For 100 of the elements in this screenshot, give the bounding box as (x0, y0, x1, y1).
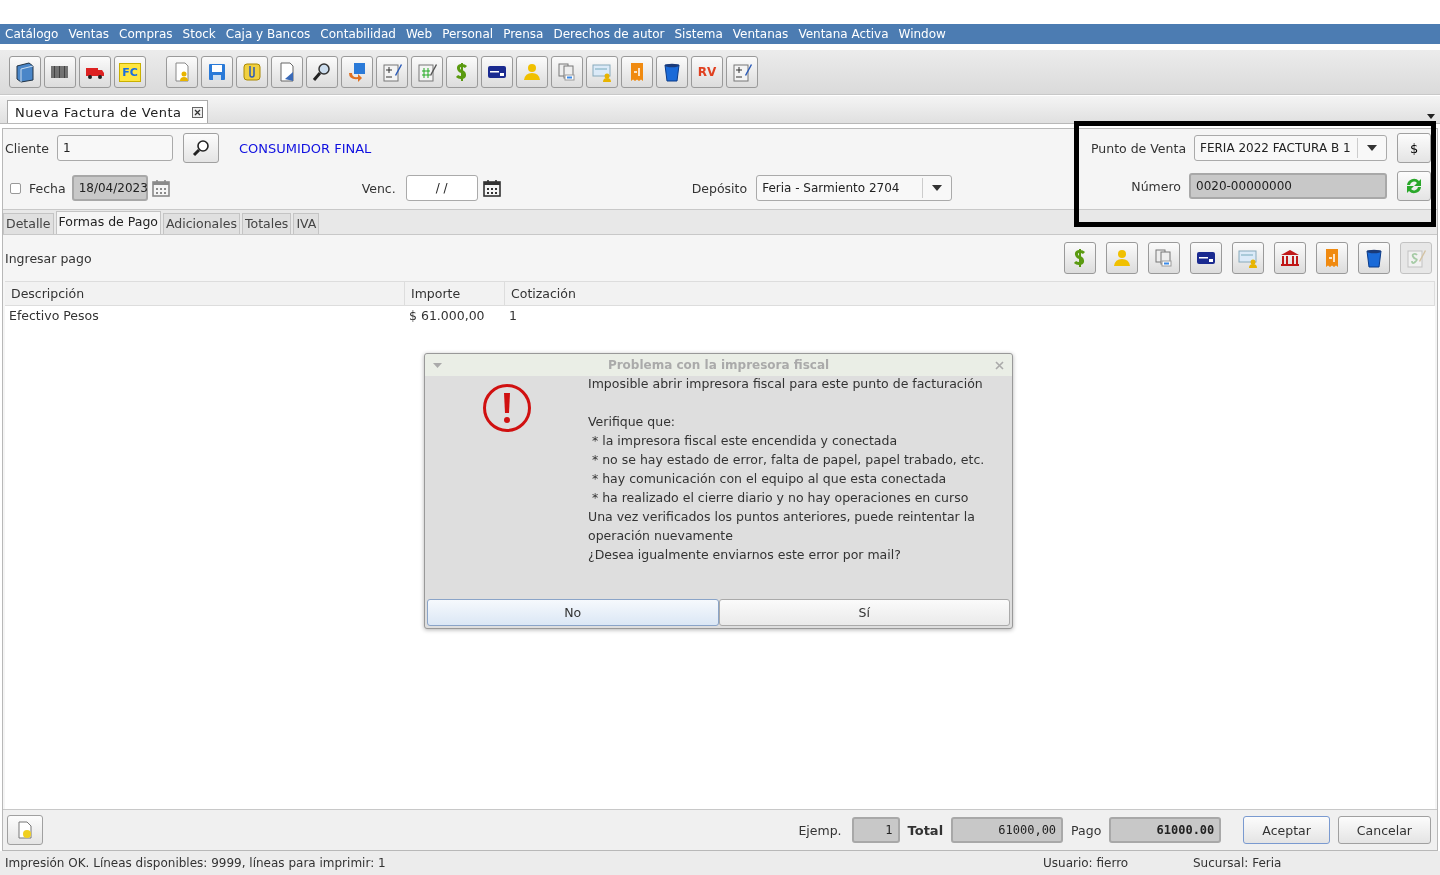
toolbar-button[interactable] (9, 56, 41, 88)
dialog-button[interactable]: No (427, 599, 719, 626)
close-icon[interactable] (191, 106, 203, 118)
toolbar-button[interactable]: RV (691, 56, 723, 88)
magnifier-icon (311, 61, 333, 83)
calendar-icon[interactable] (481, 178, 502, 198)
document-tab[interactable]: Nueva Factura de Venta (7, 100, 208, 123)
field-label: Depósito (691, 180, 748, 196)
number-field[interactable]: 0020-00000000 (1189, 173, 1387, 199)
person-icon (1111, 247, 1133, 269)
column-header[interactable]: Descripción (5, 282, 405, 306)
toolbar-button[interactable] (271, 56, 303, 88)
point-of-sale-dropdown[interactable]: FERIA 2022 FACTURA B 1 (1194, 135, 1388, 161)
payment-button[interactable] (1190, 242, 1222, 274)
cheque-icon (591, 61, 613, 83)
client-name: CONSUMIDOR FINAL (238, 140, 372, 156)
dialog-message-line: Una vez verificados los puntos anteriores, puede reintentar la (588, 509, 976, 526)
bin-icon (1363, 247, 1385, 269)
currency-button[interactable]: $ (1397, 133, 1431, 163)
new-document-button[interactable] (7, 815, 43, 845)
bin-icon (661, 61, 683, 83)
tab[interactable]: Adicionales (162, 213, 240, 234)
payment-button[interactable] (1274, 242, 1306, 274)
payment-field[interactable]: 61000.00 (1109, 817, 1222, 843)
toolbar-button[interactable] (481, 56, 513, 88)
menu-item[interactable]: Web (405, 27, 433, 41)
payment-button[interactable] (1358, 242, 1390, 274)
calculator-pencil-icon (731, 61, 753, 83)
caret-icon (932, 185, 943, 191)
refresh-icon (1404, 176, 1424, 196)
menu-item[interactable]: Compras (119, 27, 173, 41)
status-message: Impresión OK. Líneas disponibles: 9999, líneas para imprimir: 1 (5, 856, 387, 870)
dialog-message-line: Imposible abrir impresora fiscal para este punto de facturación (588, 376, 984, 393)
caret-icon (1367, 145, 1378, 151)
menu-item[interactable]: Ventas (68, 27, 109, 41)
copies-icon (556, 61, 578, 83)
menu-item[interactable]: Catálogo (5, 27, 59, 41)
menu-item[interactable]: Ventanas (732, 27, 789, 41)
dropdown-arrow-icon[interactable] (1427, 114, 1435, 119)
menu-item[interactable]: Ventana Activa (798, 27, 889, 41)
menu-item[interactable]: Window (898, 27, 946, 41)
error-icon (481, 383, 532, 433)
toolbar-button[interactable] (79, 56, 111, 88)
floppy-arrow-icon (346, 61, 368, 83)
refresh-button[interactable] (1397, 171, 1431, 201)
copies-icon (1153, 247, 1175, 269)
action-button[interactable]: Cancelar (1337, 816, 1431, 844)
table-cell-text: $ 61.000,00 (408, 307, 486, 325)
warehouse-dropdown[interactable]: Feria - Sarmiento 2704 (756, 175, 953, 201)
total-field[interactable]: 61000,00 (951, 817, 1064, 843)
field-label: Pago (1071, 822, 1102, 838)
dialog-message-line: * la impresora fiscal este encendida y conectada (590, 433, 899, 450)
menu-arrow-icon[interactable] (433, 362, 442, 368)
menu-item[interactable]: Contabilidad (320, 27, 396, 41)
toolbar-button[interactable] (306, 56, 338, 88)
due-date-field[interactable]: / / (405, 175, 478, 201)
dialog-message-line: operación nuevamente (588, 528, 734, 545)
dialog-title: Problema con la impresora fiscal (606, 358, 831, 372)
toolbar-button[interactable] (44, 56, 76, 88)
tab[interactable]: Formas de Pago (55, 211, 161, 234)
section-title: Ingresar pago (5, 250, 92, 266)
toolbar-button[interactable]: FC (114, 56, 146, 88)
search-button[interactable] (182, 133, 219, 163)
dialog-message-line: * no se hay estado de error, falta de papel, papel trabado, etc. (590, 452, 985, 469)
rv-magnifier-icon: RV (697, 65, 717, 79)
table-cell-text: Efectivo Pesos (8, 307, 100, 325)
hash-pencil-icon (416, 61, 438, 83)
paper-clip-icon (241, 61, 263, 83)
tab[interactable]: Detalle (3, 213, 54, 234)
field-label: Punto de Venta (1091, 140, 1187, 156)
column-header[interactable]: Cotización (505, 282, 1435, 306)
bank-icon (1279, 247, 1301, 269)
menu-item[interactable]: Stock (182, 27, 216, 41)
column-header[interactable]: Importe (405, 282, 505, 306)
action-button[interactable]: Aceptar (1243, 816, 1330, 844)
document-icon (16, 820, 34, 840)
search-icon (190, 138, 211, 158)
money-pencil-icon (1405, 247, 1427, 269)
field-label: Cliente (5, 140, 49, 156)
checkbox[interactable] (10, 182, 21, 194)
dialog-button[interactable]: Sí (718, 599, 1010, 626)
menu-item[interactable]: Caja y Bancos (225, 27, 311, 41)
copies-field[interactable]: 1 (851, 817, 900, 843)
date-field[interactable]: 18/04/2023 (71, 175, 148, 201)
client-field[interactable]: 1 (56, 135, 173, 161)
dialog-message-line: * ha realizado el cierre diario y no hay operaciones en curso (590, 490, 970, 507)
dialog-message-line: ¿Desea igualmente enviarnos este error por mail? (588, 547, 902, 564)
tab[interactable]: IVA (293, 213, 320, 234)
toolbar-button[interactable] (656, 56, 688, 88)
menu-item[interactable]: Prensa (503, 27, 544, 41)
field-label: Total (907, 822, 944, 838)
status-user: Usuario: fierro (1043, 856, 1130, 870)
field-label: Número (1131, 178, 1181, 194)
menu-item[interactable]: Sistema (674, 27, 723, 41)
field-label: Ejemp. (798, 822, 842, 838)
tab[interactable]: Totales (241, 213, 292, 234)
menu-item[interactable]: Personal (442, 27, 494, 41)
fc-logo-icon: FC (119, 62, 141, 82)
book-icon (14, 61, 36, 83)
menu-item[interactable]: Derechos de autor (553, 27, 665, 41)
